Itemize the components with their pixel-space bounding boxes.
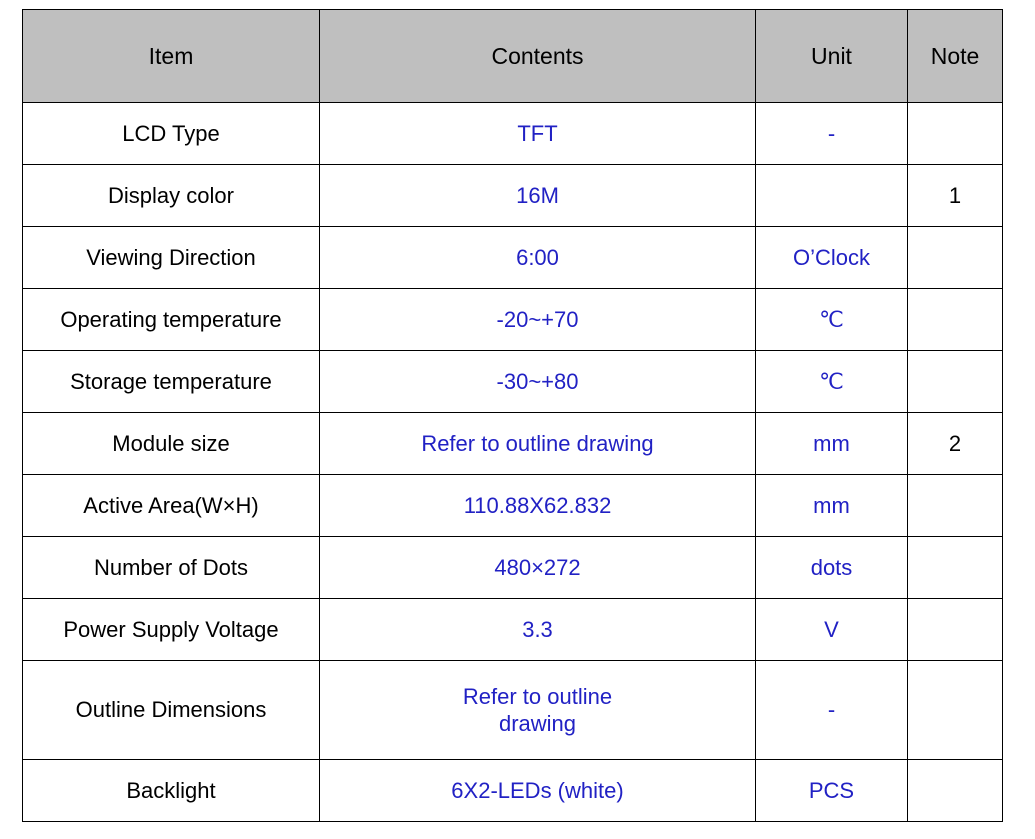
table-row: Outline Dimensions Refer to outline drawin… [22,660,1003,760]
cell-note [907,474,1003,537]
page-root: Item Contents Unit Note LCD Type TFT - Disp… [0,0,1035,839]
cell-contents: -30~+80 [319,350,756,413]
cell-item: Module size [22,412,320,475]
cell-note [907,598,1003,661]
cell-note [907,660,1003,760]
cell-unit: V [755,598,908,661]
cell-note: 2 [907,412,1003,475]
cell-note [907,350,1003,413]
table-row: Active Area(W×H) 110.88X62.832 mm [22,474,1003,537]
column-header-note: Note [907,9,1003,103]
table-row: Number of Dots 480×272 dots [22,536,1003,599]
table-body: LCD Type TFT - Display color 16M 1 Viewing Dir… [22,102,1003,822]
cell-contents-line-1: Refer to outline [462,683,613,709]
cell-contents: Refer to outline drawing [319,412,756,475]
cell-unit: mm [755,412,908,475]
cell-contents: 480×272 [319,536,756,599]
column-header-item: Item [22,9,320,103]
column-header-contents: Contents [319,9,756,103]
cell-contents: TFT [319,102,756,165]
cell-contents: 6X2-LEDs (white) [319,759,756,822]
table-row: Power Supply Voltage 3.3 V [22,598,1003,661]
table-header-row: Item Contents Unit Note [22,9,1003,103]
table-row: Module size Refer to outline drawing mm 2 [22,412,1003,475]
column-header-unit: Unit [755,9,908,103]
cell-unit: - [755,660,908,760]
cell-item: Backlight [22,759,320,822]
cell-contents: 6:00 [319,226,756,289]
cell-contents: 110.88X62.832 [319,474,756,537]
table-row: Storage temperature -30~+80 ℃ [22,350,1003,413]
cell-note [907,759,1003,822]
cell-note: 1 [907,164,1003,227]
cell-item: Display color [22,164,320,227]
cell-contents: 16M [319,164,756,227]
specification-table: Item Contents Unit Note LCD Type TFT - Disp… [22,9,1003,822]
cell-unit [755,164,908,227]
table-row: Operating temperature -20~+70 ℃ [22,288,1003,351]
cell-unit: O’Clock [755,226,908,289]
cell-note [907,288,1003,351]
cell-contents: 3.3 [319,598,756,661]
cell-contents: -20~+70 [319,288,756,351]
cell-item: Viewing Direction [22,226,320,289]
cell-note [907,536,1003,599]
cell-item: Power Supply Voltage [22,598,320,661]
table-row: LCD Type TFT - [22,102,1003,165]
cell-contents: Refer to outline drawing [319,660,756,760]
cell-unit: mm [755,474,908,537]
table-row: Display color 16M 1 [22,164,1003,227]
cell-item: Operating temperature [22,288,320,351]
cell-item: LCD Type [22,102,320,165]
cell-unit: ℃ [755,350,908,413]
table-row: Backlight 6X2-LEDs (white) PCS [22,759,1003,822]
cell-item: Outline Dimensions [22,660,320,760]
cell-note [907,102,1003,165]
cell-unit: - [755,102,908,165]
cell-item: Active Area(W×H) [22,474,320,537]
table-row: Viewing Direction 6:00 O’Clock [22,226,1003,289]
cell-contents-line-2: drawing [498,711,577,736]
cell-unit: ℃ [755,288,908,351]
cell-unit: dots [755,536,908,599]
cell-item: Number of Dots [22,536,320,599]
cell-note [907,226,1003,289]
cell-unit: PCS [755,759,908,822]
table-header: Item Contents Unit Note [22,9,1003,103]
cell-item: Storage temperature [22,350,320,413]
